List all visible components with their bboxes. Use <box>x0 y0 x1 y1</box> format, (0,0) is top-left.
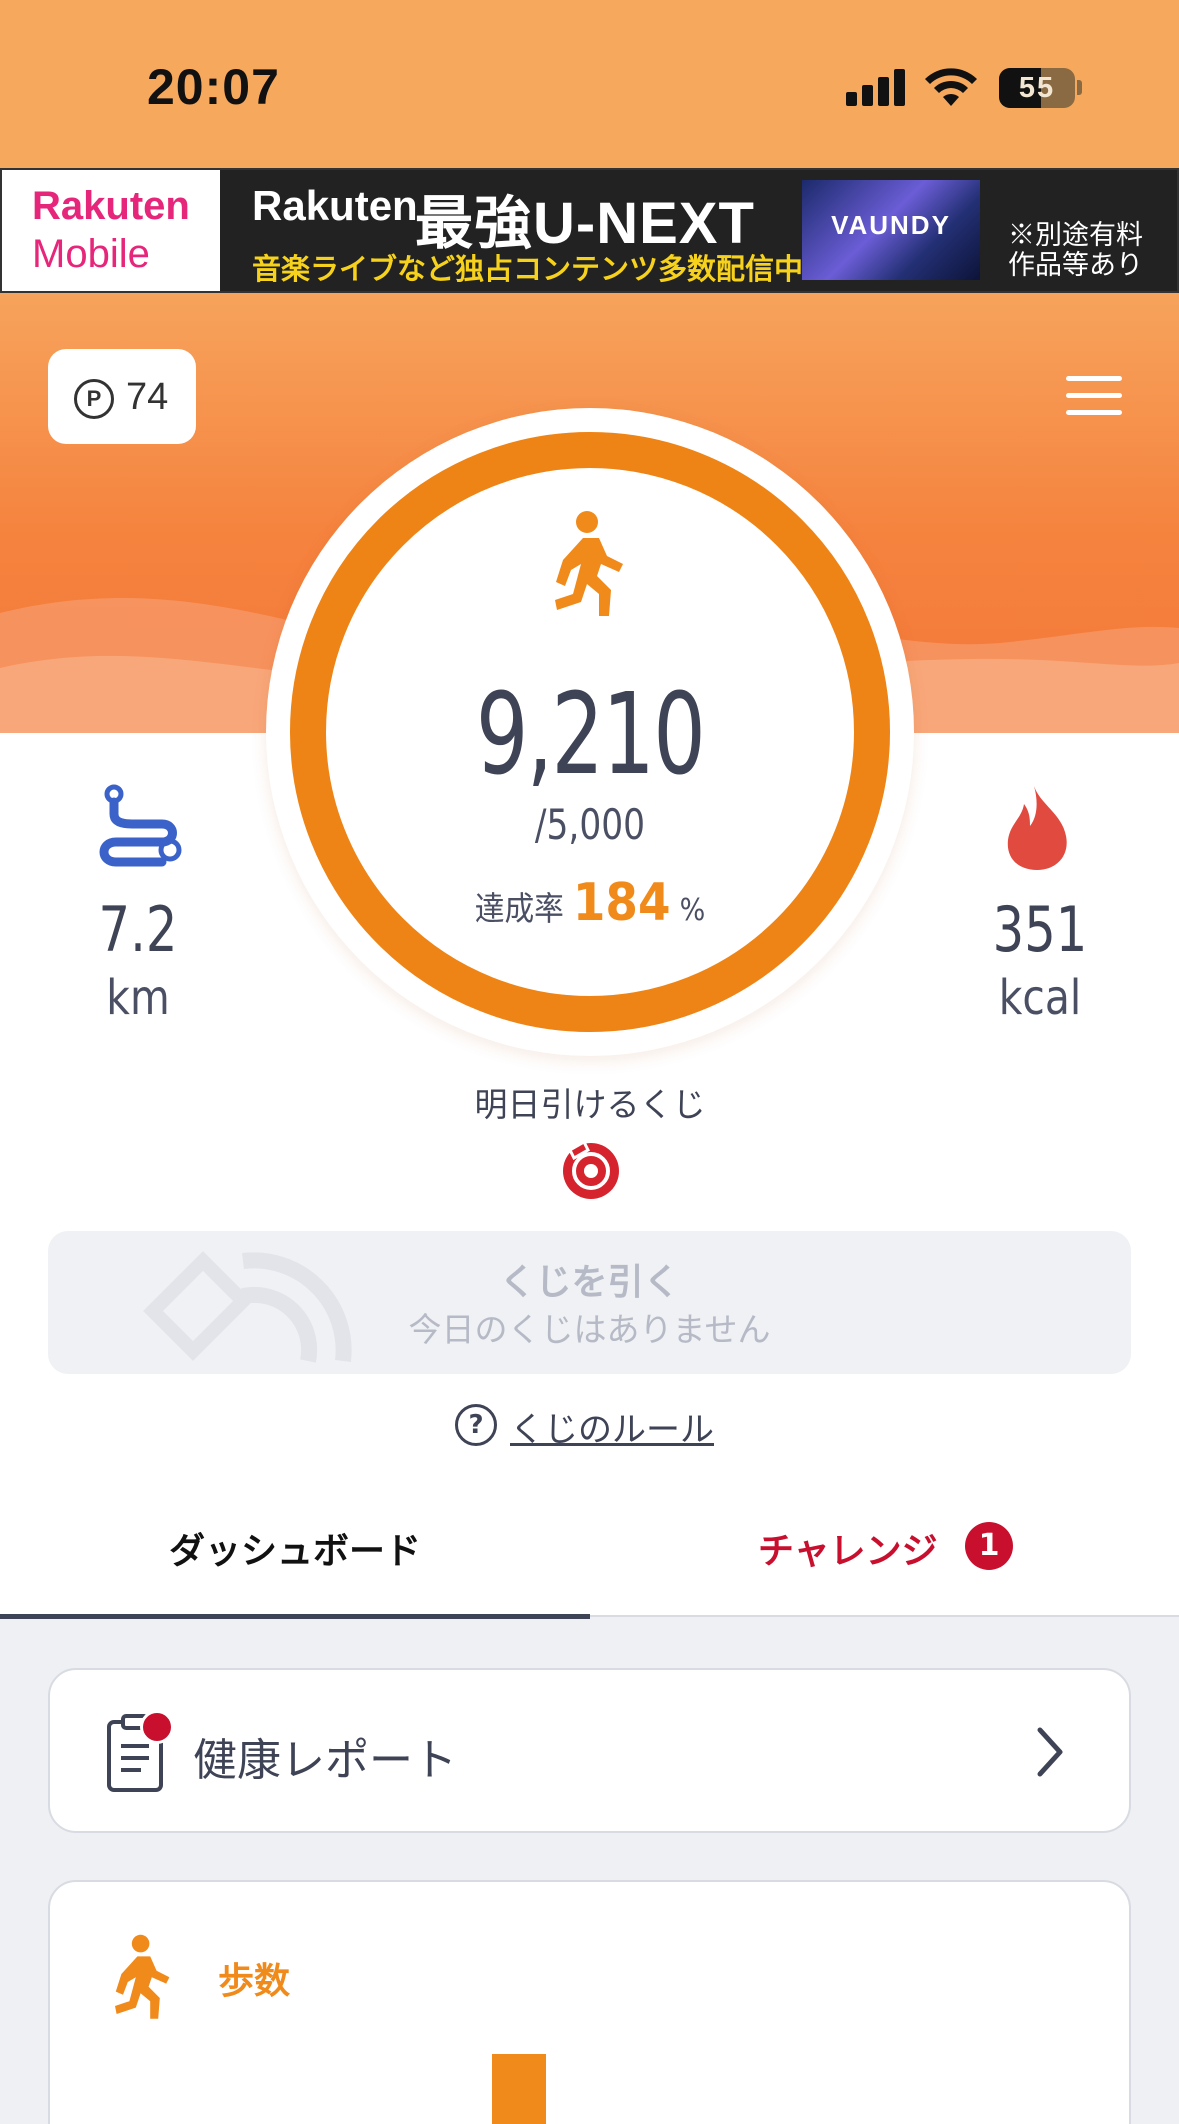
calories-value: 351 <box>992 893 1088 966</box>
steps-chart-bar <box>492 2054 546 2124</box>
distance-value: 7.2 <box>98 893 178 966</box>
help-icon: ? <box>455 1404 497 1446</box>
health-report-card[interactable]: 健康レポート <box>48 1668 1131 1833</box>
tab-dashboard[interactable]: ダッシュボード <box>0 1490 590 1619</box>
status-bar: 20:07 55 <box>0 0 1179 168</box>
ad-logo-line1: Rakuten <box>32 184 190 228</box>
walking-person-icon <box>555 511 623 616</box>
tab-challenge-label: チャレンジ <box>758 1531 938 1572</box>
steps-card-title: 歩数 <box>218 1961 291 2002</box>
health-report-label: 健康レポート <box>193 1735 457 1786</box>
calories-unit: kcal <box>998 970 1082 1026</box>
points-badge[interactable]: P 74 <box>48 349 196 444</box>
ad-note-line1: ※別途有料 <box>1008 220 1143 250</box>
tab-dashboard-label: ダッシュボード <box>168 1531 421 1572</box>
achievement-rate-unit: % <box>679 893 706 928</box>
flame-icon <box>1007 786 1067 870</box>
battery-tip <box>1077 80 1082 95</box>
ad-note: ※別途有料 作品等あり <box>1008 220 1143 280</box>
tomorrow-lottery-label: 明日引けるくじ <box>474 1085 706 1124</box>
ad-image-text: VAUNDY <box>831 210 951 240</box>
battery-icon: 55 <box>999 68 1075 108</box>
battery-percent: 55 <box>1018 72 1056 104</box>
distance-unit: km <box>106 970 170 1026</box>
notification-dot <box>140 1710 174 1744</box>
ad-banner[interactable]: Rakuten Mobile Rakuten 最強U-NEXT 音楽ライブなど独… <box>0 168 1179 293</box>
points-icon: P <box>74 379 114 419</box>
achievement-rate-label: 達成率 <box>474 889 564 928</box>
draw-lottery-label: くじを引く <box>499 1262 680 1303</box>
ad-subline: 音楽ライブなど独占コンテンツ多数配信中! <box>252 254 813 286</box>
challenge-count-badge: 1 <box>965 1522 1013 1570</box>
status-time: 20:07 <box>147 59 280 115</box>
steps-goal: /5,000 <box>534 800 646 849</box>
active-tab-indicator <box>0 1614 590 1619</box>
tab-challenge[interactable]: チャレンジ 1 <box>590 1490 1179 1617</box>
achievement-rate: 達成率 184% <box>410 873 770 933</box>
route-distance-icon <box>99 784 182 867</box>
lottery-rules-label: くじのルール <box>510 1410 714 1450</box>
steps-card[interactable]: 歩数 <box>48 1880 1131 2124</box>
draw-lottery-button[interactable]: くじを引く 今日のくじはありません <box>48 1231 1131 1374</box>
steps-count: 9,210 <box>475 670 706 800</box>
walking-person-icon <box>115 1934 170 2019</box>
cellular-signal-icon <box>846 68 906 106</box>
wifi-icon <box>925 68 977 106</box>
hamburger-menu-icon[interactable] <box>1066 376 1122 416</box>
points-value: 74 <box>126 376 169 418</box>
ad-logo-line2: Mobile <box>32 232 150 276</box>
ad-logo: Rakuten Mobile <box>2 170 220 291</box>
app-screen: 20:07 55 Rakuten Mobile Rakuten 最強U-NEXT… <box>0 0 1179 2124</box>
tab-bar: ダッシュボード チャレンジ 1 <box>0 1490 1179 1619</box>
achievement-rate-value: 184 <box>572 873 671 933</box>
ad-brand: Rakuten <box>252 182 418 229</box>
chevron-right-icon <box>1037 1727 1063 1777</box>
ad-note-line2: 作品等あり <box>1008 250 1143 280</box>
lottery-ticket-icon[interactable] <box>560 1138 622 1200</box>
no-lottery-today-text: 今日のくじはありません <box>408 1310 771 1349</box>
ad-image: VAUNDY <box>802 180 980 280</box>
